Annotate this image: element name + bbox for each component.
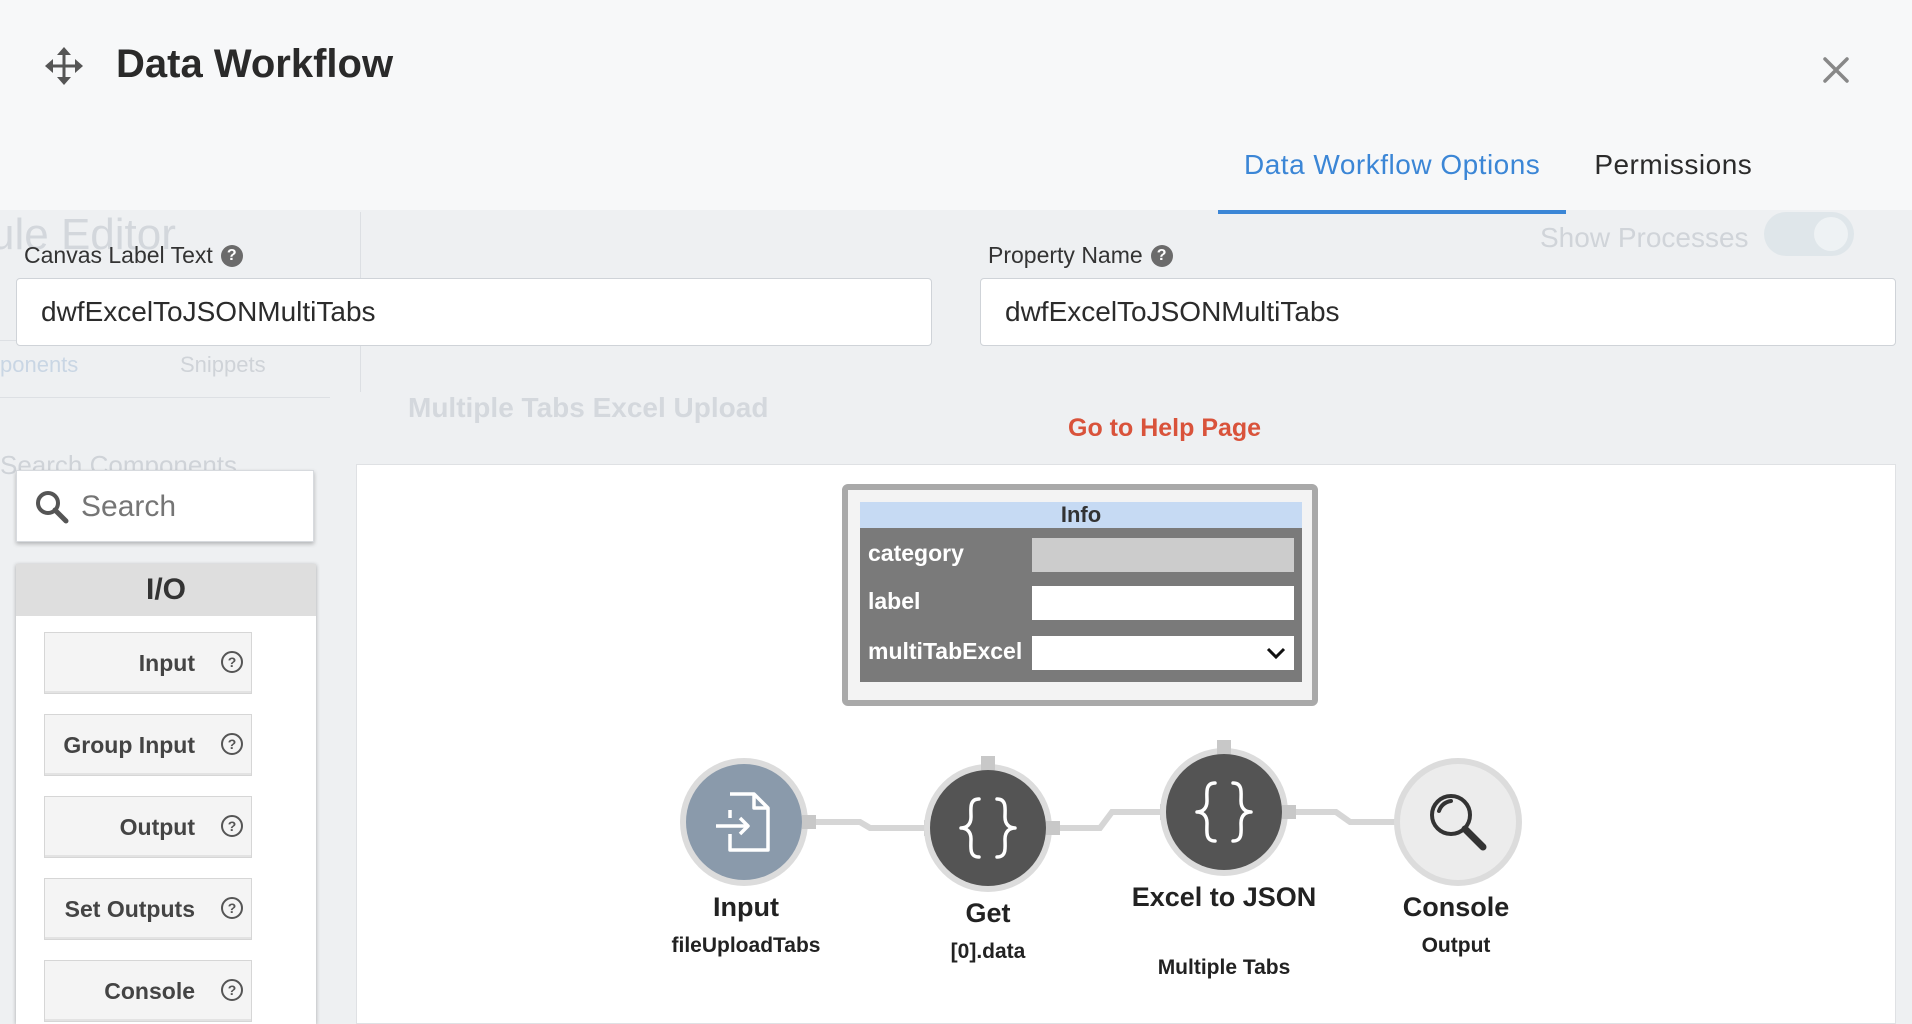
- port-top[interactable]: [1217, 740, 1231, 754]
- file-import-icon: [716, 792, 770, 852]
- node-console-title: Console: [1402, 892, 1510, 922]
- node-excel-to-json[interactable]: [1160, 748, 1288, 876]
- node-excel-title: Excel to JSON: [1131, 882, 1317, 912]
- port-out[interactable]: [1046, 821, 1060, 835]
- node-console-subtitle: Output: [1421, 934, 1491, 957]
- node-console[interactable]: [1394, 758, 1522, 886]
- port-out[interactable]: [1282, 805, 1296, 819]
- braces-icon: [1195, 781, 1253, 843]
- node-get-title: Get: [965, 898, 1011, 928]
- node-console-core: [1400, 764, 1516, 880]
- magnifier-icon: [1430, 794, 1487, 851]
- node-input-core: [686, 764, 802, 880]
- node-excel-subtitle: Multiple Tabs: [1157, 956, 1291, 979]
- node-input[interactable]: [680, 758, 808, 886]
- node-get-subtitle: [0].data: [950, 940, 1026, 963]
- connector-get-excel: [1058, 809, 1162, 831]
- port-top[interactable]: [981, 756, 995, 770]
- node-excel-core: [1166, 754, 1282, 870]
- node-input-title: Input: [713, 892, 779, 922]
- node-input-subtitle: fileUploadTabs: [671, 934, 821, 957]
- node-get-core: [930, 770, 1046, 886]
- connector-excel-console: [1294, 809, 1398, 825]
- braces-icon: [959, 797, 1017, 859]
- connector-input-get: [806, 819, 926, 831]
- port-out[interactable]: [802, 815, 816, 829]
- node-get[interactable]: [924, 764, 1052, 892]
